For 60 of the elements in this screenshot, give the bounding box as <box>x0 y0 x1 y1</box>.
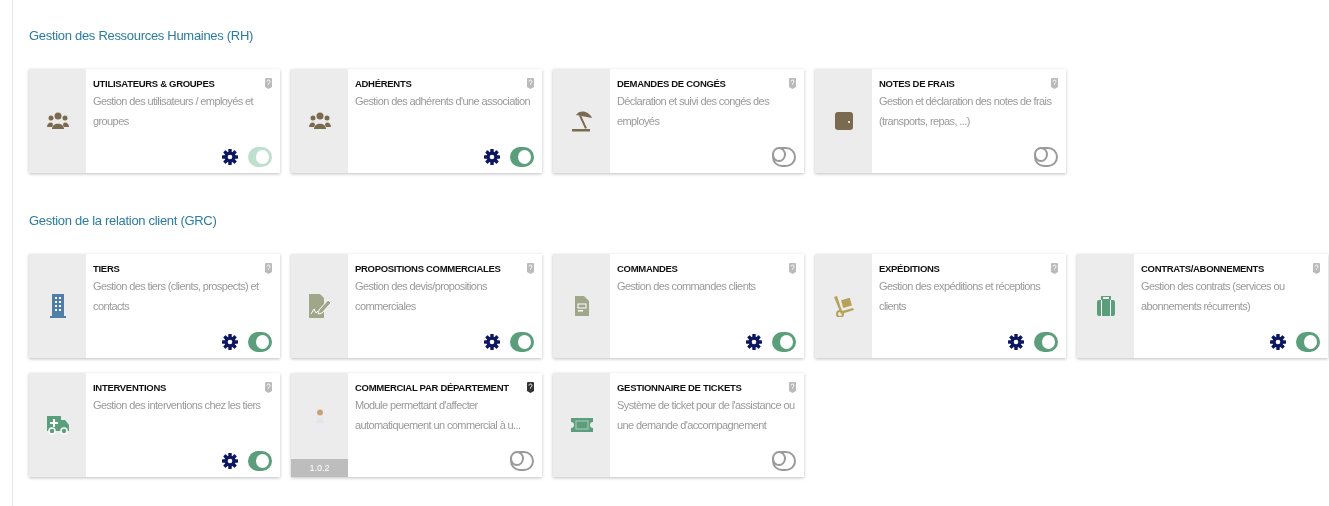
toggle-switch[interactable] <box>510 451 534 471</box>
signed-document-icon <box>308 294 331 318</box>
module-title: COMMERCIAL PAR DÉPARTEMENT <box>355 382 509 393</box>
hand-truck-icon <box>833 295 854 317</box>
settings-icon[interactable] <box>484 149 500 165</box>
module-title: DEMANDES DE CONGÉS <box>617 78 726 89</box>
toggle-switch[interactable] <box>772 451 796 471</box>
toggle-switch[interactable] <box>772 332 796 352</box>
person-icon <box>315 409 324 423</box>
wallet-icon <box>834 112 853 130</box>
module-description: Déclaration et suivi des congés des employés <box>617 94 771 129</box>
module-description: Module permettant d'affecter automatiquement un commercial à u... <box>355 398 522 433</box>
toggle-switch[interactable] <box>248 451 272 471</box>
toggle-switch[interactable] <box>510 332 534 352</box>
help-icon[interactable] <box>527 382 534 393</box>
module-title: TIERS <box>93 263 120 274</box>
module-description: Gestion des expéditions et réceptions clients <box>879 279 1042 314</box>
toggle-switch[interactable] <box>248 332 272 352</box>
module-title: CONTRATS/ABONNEMENTS <box>1141 263 1265 274</box>
group-icon <box>46 112 69 130</box>
module-title: UTILISATEURS & GROUPES <box>93 78 215 89</box>
settings-icon[interactable] <box>222 149 238 165</box>
module-title: ADHÉRENTS <box>355 78 412 89</box>
toggle-switch[interactable] <box>248 147 272 167</box>
toggle-switch[interactable] <box>772 147 796 167</box>
settings-icon[interactable] <box>222 334 238 350</box>
module-description: Gestion des contrats (services ou abonnements récurrents) <box>1141 279 1286 314</box>
beach-umbrella-icon <box>570 109 593 133</box>
module-description: Gestion des utilisateurs / employés et groupes <box>93 94 255 129</box>
module-description: Gestion des interventions chez les tiers <box>93 398 262 413</box>
module-title: COMMANDES <box>617 263 678 274</box>
settings-icon[interactable] <box>1270 334 1286 350</box>
module-title: GESTIONNAIRE DE TICKETS <box>617 382 742 393</box>
document-icon <box>574 296 589 316</box>
module-description: Système de ticket pour de l'assistance ou une demande d'accompagnement <box>617 398 796 433</box>
module-description: Gestion des tiers (clients, prospects) et contacts <box>93 279 260 314</box>
toggle-switch[interactable] <box>1296 332 1320 352</box>
toggle-switch[interactable] <box>1034 147 1058 167</box>
module-title: INTERVENTIONS <box>93 382 166 393</box>
ambulance-icon <box>46 415 69 435</box>
toggle-switch[interactable] <box>1034 332 1058 352</box>
toggle-switch[interactable] <box>510 147 534 167</box>
settings-icon[interactable] <box>746 334 762 350</box>
module-description: Gestion des commandes clients <box>617 279 757 294</box>
settings-icon[interactable] <box>484 334 500 350</box>
module-title: PROPOSITIONS COMMERCIALES <box>355 263 501 274</box>
ticket-icon <box>570 418 593 432</box>
settings-icon[interactable] <box>1008 334 1024 350</box>
group-icon <box>308 112 331 130</box>
section-title: Gestion de la relation client (GRC) <box>29 213 218 228</box>
module-description: Gestion des devis/propositions commerciales <box>355 279 488 314</box>
settings-icon[interactable] <box>222 453 238 469</box>
module-description: Gestion et déclaration des notes de frais (transports, repas, ...) <box>879 94 1053 129</box>
module-title: EXPÉDITIONS <box>879 263 940 274</box>
section-title: Gestion des Ressources Humaines (RH) <box>29 28 254 43</box>
briefcase-icon <box>1096 296 1115 316</box>
building-icon <box>49 294 66 318</box>
version-badge: 1.0.2 <box>291 459 348 477</box>
module-description: Gestion des adhérents d'une association <box>355 94 531 109</box>
module-title: NOTES DE FRAIS <box>879 78 955 89</box>
